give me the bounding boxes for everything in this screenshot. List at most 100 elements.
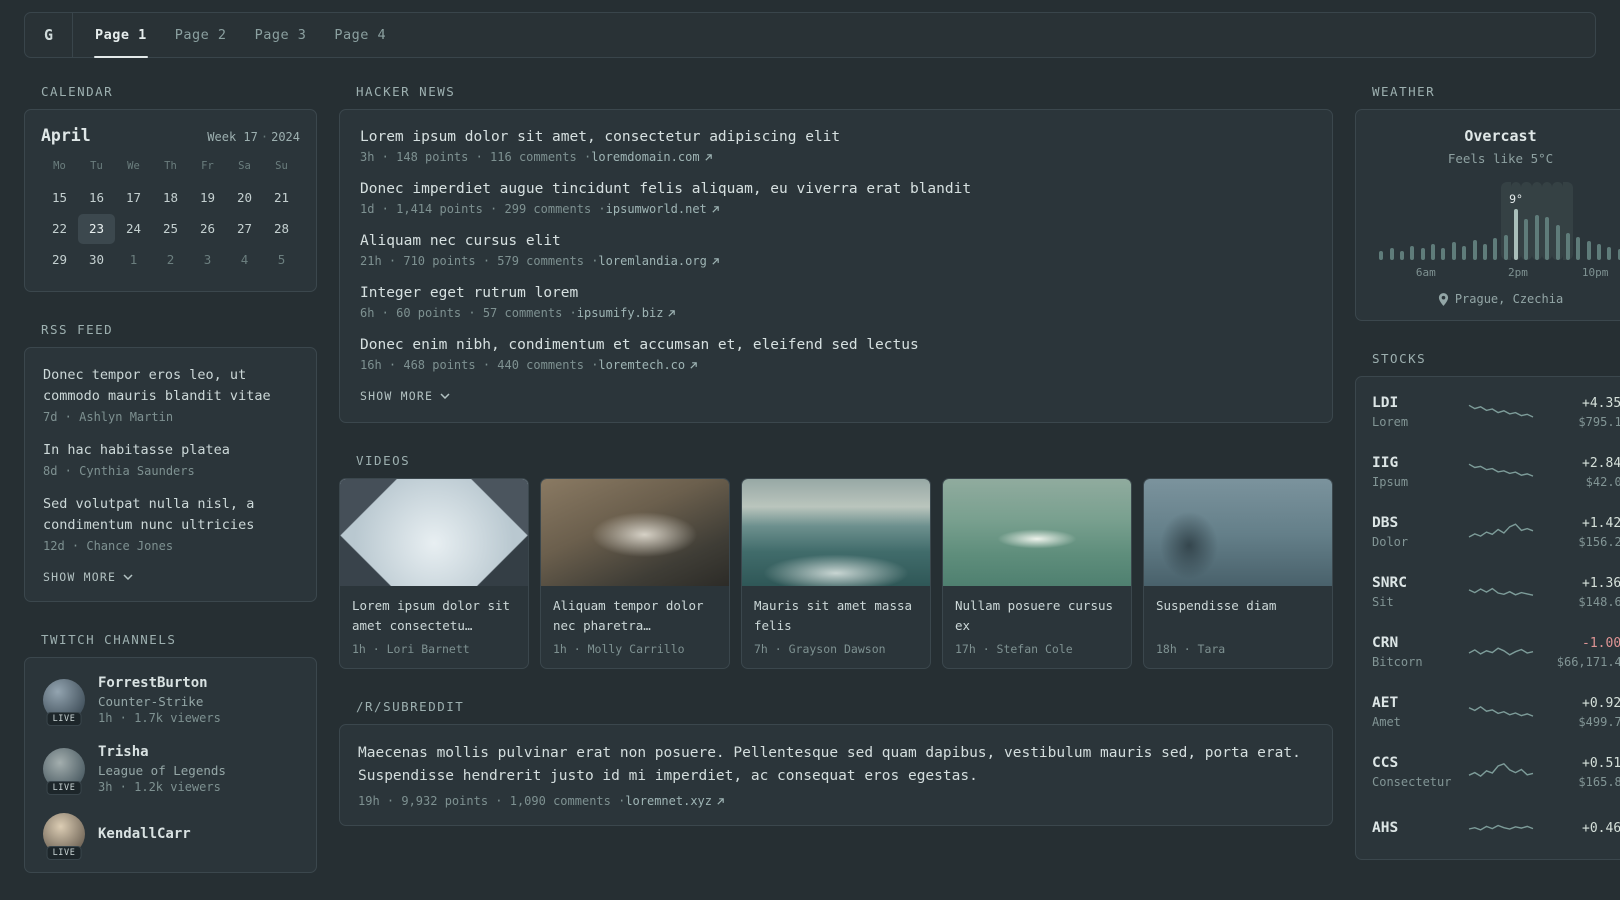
tab-page-1[interactable]: Page 1 — [81, 13, 161, 58]
external-link-icon — [717, 798, 724, 805]
video-card[interactable]: Lorem ipsum dolor sit amet consectetu… 1h… — [339, 478, 529, 669]
chevron-down-icon — [440, 393, 450, 399]
stock-symbol[interactable]: IIG — [1372, 455, 1465, 471]
hn-show-more-button[interactable]: SHOW MORE — [360, 389, 1312, 403]
tab-page-2[interactable]: Page 2 — [161, 13, 241, 57]
hn-item-title[interactable]: Donec enim nibh, condimentum et accumsan… — [360, 337, 1312, 353]
hn-item-domain[interactable]: ipsumworld.net — [606, 202, 707, 216]
calendar-day-18[interactable]: 18 — [152, 183, 189, 213]
stock-info: CCS Consectetur — [1372, 755, 1465, 789]
hn-item-meta: 21h · 710 points · 579 comments · loreml… — [360, 254, 1312, 268]
video-card[interactable]: Mauris sit amet massa felis 7h · Grayson … — [741, 478, 931, 669]
calendar-day-23-selected[interactable]: 23 — [78, 214, 115, 244]
reddit-post-domain[interactable]: loremnet.xyz — [625, 794, 712, 808]
video-card[interactable]: Suspendisse diam 18h · Tara — [1143, 478, 1333, 669]
calendar-day-26[interactable]: 26 — [189, 214, 226, 244]
hn-item-domain[interactable]: loremdomain.com — [591, 150, 699, 164]
hn-item-title[interactable]: Integer eget rutrum lorem — [360, 285, 1312, 301]
stock-row-ldi[interactable]: LDI Lorem +4.35% $795.18 — [1372, 382, 1620, 442]
rss-item-title[interactable]: Sed volutpat nulla nisl, a condimentum n… — [43, 494, 298, 536]
calendar-day-17[interactable]: 17 — [115, 183, 152, 213]
stock-symbol[interactable]: AET — [1372, 695, 1465, 711]
video-title[interactable]: Mauris sit amet massa felis — [754, 596, 918, 636]
calendar-day-15[interactable]: 15 — [41, 183, 78, 213]
stock-info: AHS — [1372, 820, 1465, 836]
calendar-day-28[interactable]: 28 — [263, 214, 300, 244]
stock-symbol[interactable]: SNRC — [1372, 575, 1465, 591]
twitch-channel[interactable]: LIVE Trisha League of Legends 3h · 1.2k vie… — [43, 744, 298, 795]
stock-row-ahs[interactable]: AHS +0.46% — [1372, 802, 1620, 854]
calendar-week-year: Week 17 · 2024 — [207, 130, 300, 144]
hacker-news-widget: HACKER NEWS Lorem ipsum dolor sit amet, … — [339, 84, 1333, 423]
video-title[interactable]: Lorem ipsum dolor sit amet consectetu… — [352, 596, 516, 636]
calendar-day-27[interactable]: 27 — [226, 214, 263, 244]
video-card[interactable]: Aliquam tempor dolor nec pharetra… 1h · M… — [540, 478, 730, 669]
stock-row-ccs[interactable]: CCS Consectetur +0.51% $165.84 — [1372, 742, 1620, 802]
stock-change: +1.42% — [1582, 515, 1620, 531]
stock-sparkline — [1468, 647, 1533, 656]
stock-change: +0.51% — [1582, 755, 1620, 771]
calendar-day-24[interactable]: 24 — [115, 214, 152, 244]
weather-bar — [1565, 233, 1570, 260]
stock-symbol[interactable]: CCS — [1372, 755, 1465, 771]
hn-item-domain[interactable]: loremtech.co — [598, 358, 685, 372]
stocks-card: LDI Lorem +4.35% $795.18 IIG Ipsum +2.84% $42.0… — [1355, 376, 1620, 860]
rss-item-meta: 7d · Ashlyn Martin — [43, 409, 174, 424]
channel-name[interactable]: ForrestBurton — [98, 675, 221, 691]
tab-page-3[interactable]: Page 3 — [241, 13, 321, 57]
calendar-year: 2024 — [271, 130, 300, 144]
rss-item-title[interactable]: Donec tempor eros leo, ut commodo mauris… — [43, 365, 298, 407]
stock-symbol[interactable]: LDI — [1372, 395, 1465, 411]
calendar-day-4[interactable]: 4 — [226, 245, 263, 275]
channel-name[interactable]: Trisha — [98, 744, 226, 760]
stock-price: $66,171.48 — [1556, 654, 1620, 669]
hn-item-domain[interactable]: loremlandia.org — [598, 254, 706, 268]
twitch-channel[interactable]: LIVE KendallCarr — [43, 812, 298, 860]
calendar-day-19[interactable]: 19 — [189, 183, 226, 213]
channel-name[interactable]: KendallCarr — [98, 826, 191, 842]
twitch-channel[interactable]: LIVE ForrestBurton Counter-Strike 1h · 1.7k… — [43, 675, 298, 726]
stock-row-snrc[interactable]: SNRC Sit +1.36% $148.64 — [1372, 562, 1620, 622]
tab-page-4[interactable]: Page 4 — [320, 13, 400, 57]
weather-bar — [1462, 245, 1467, 260]
rss-widget-title: RSS FEED — [41, 322, 114, 337]
hn-item-title[interactable]: Aliquam nec cursus elit — [360, 233, 1312, 249]
rss-item-title[interactable]: In hac habitasse platea — [43, 440, 298, 461]
app-logo[interactable]: G — [25, 13, 73, 57]
video-card[interactable]: Nullam posuere cursus ex 17h · Stefan Col… — [942, 478, 1132, 669]
calendar-day-29[interactable]: 29 — [41, 245, 78, 275]
video-title[interactable]: Aliquam tempor dolor nec pharetra… — [553, 596, 717, 636]
stock-row-aet[interactable]: AET Amet +0.92% $499.72 — [1372, 682, 1620, 742]
calendar-day-1[interactable]: 1 — [115, 245, 152, 275]
stock-row-iig[interactable]: IIG Ipsum +2.84% $42.04 — [1372, 442, 1620, 502]
stock-row-crn[interactable]: CRN Bitcorn -1.00% $66,171.48 — [1372, 622, 1620, 682]
calendar-day-3[interactable]: 3 — [189, 245, 226, 275]
chevron-down-icon — [123, 574, 133, 580]
hn-item-domain[interactable]: ipsumify.biz — [577, 306, 664, 320]
video-title[interactable]: Suspendisse diam — [1156, 596, 1320, 636]
calendar-day-22[interactable]: 22 — [41, 214, 78, 244]
rss-show-more-button[interactable]: SHOW MORE — [43, 570, 298, 584]
weather-bar-column — [1459, 182, 1469, 260]
calendar-day-5[interactable]: 5 — [263, 245, 300, 275]
stock-symbol[interactable]: CRN — [1372, 635, 1465, 651]
stock-symbol[interactable]: AHS — [1372, 820, 1465, 836]
reddit-post-title[interactable]: Maecenas mollis pulvinar erat non posuer… — [358, 742, 1314, 788]
stock-row-dbs[interactable]: DBS Dolor +1.42% $156.28 — [1372, 502, 1620, 562]
stock-values: -1.00% $66,171.48 — [1537, 636, 1620, 669]
calendar-day-16[interactable]: 16 — [78, 183, 115, 213]
hn-item-title[interactable]: Lorem ipsum dolor sit amet, consectetur … — [360, 129, 1312, 145]
reddit-post-stats: 19h · 9,932 points · 1,090 comments · — [358, 794, 626, 809]
calendar-day-21[interactable]: 21 — [263, 183, 300, 213]
hn-item-title[interactable]: Donec imperdiet augue tincidunt felis al… — [360, 181, 1312, 197]
stock-symbol[interactable]: DBS — [1372, 515, 1465, 531]
weather-feels-like: Feels like 5°C — [1447, 151, 1554, 166]
weather-bar — [1545, 217, 1550, 260]
weather-time-label: 10pm — [1581, 266, 1609, 279]
calendar-day-20[interactable]: 20 — [226, 183, 263, 213]
video-title[interactable]: Nullam posuere cursus ex — [955, 596, 1119, 636]
calendar-day-30[interactable]: 30 — [78, 245, 115, 275]
calendar-day-25[interactable]: 25 — [152, 214, 189, 244]
stocks-list: LDI Lorem +4.35% $795.18 IIG Ipsum +2.84% $42.0… — [1372, 382, 1620, 854]
calendar-day-2[interactable]: 2 — [152, 245, 189, 275]
